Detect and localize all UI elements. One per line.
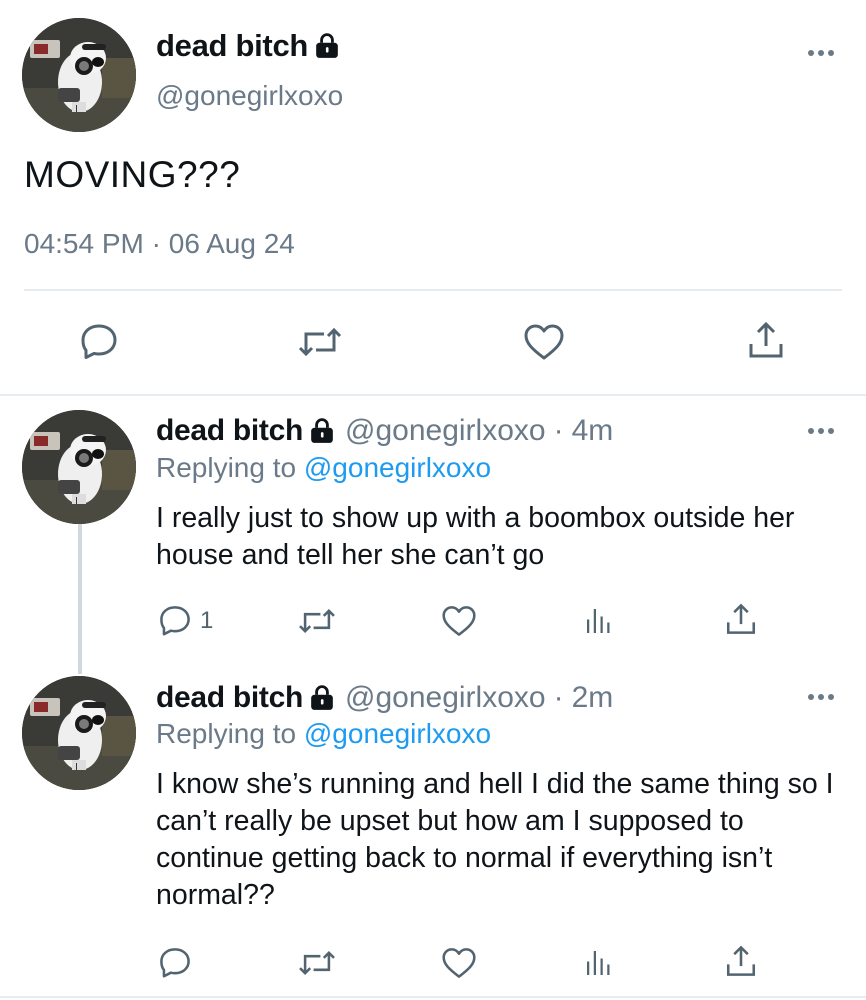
reply-button[interactable] [79,322,119,362]
avatar-image [22,18,136,132]
retweet-icon [298,322,342,362]
tweet-text: MOVING??? [24,154,241,195]
retweet-icon [298,946,336,980]
avatar-image [22,410,136,524]
divider [0,996,866,998]
separator: · [553,414,564,447]
lock-icon [309,417,335,445]
reply-age[interactable]: 4m [572,414,614,448]
reply-header: dead bitch @gonegirlxoxo · 4m [156,414,613,448]
more-icon[interactable] [806,48,836,58]
display-name[interactable]: dead bitch [156,414,303,448]
more-icon[interactable] [806,692,836,702]
more-icon[interactable] [806,426,836,436]
display-name[interactable]: dead bitch [156,681,303,715]
views-icon [584,946,614,980]
like-button[interactable] [522,322,566,362]
views-button[interactable] [584,946,614,980]
share-icon [724,602,758,636]
share-button[interactable] [724,944,758,978]
retweet-button[interactable] [298,604,336,638]
retweet-button[interactable] [298,946,336,980]
reply-age[interactable]: 2m [572,681,614,715]
reply-button[interactable]: 1 [158,604,213,638]
display-name[interactable]: dead bitch [156,28,340,64]
replying-prefix: Replying to [156,452,297,483]
reply-icon [158,946,192,980]
like-button[interactable] [440,604,478,638]
handle[interactable]: @gonegirlxoxo [345,681,546,715]
share-icon [746,320,786,360]
avatar-image [22,676,136,790]
retweet-icon [298,604,336,638]
heart-icon [440,946,478,980]
reply-icon [79,322,119,362]
heart-icon [440,604,478,638]
avatar[interactable] [22,410,136,524]
thread-line [78,524,82,674]
reply-header: dead bitch @gonegirlxoxo · 2m [156,681,613,715]
handle[interactable]: @gonegirlxoxo [345,414,546,448]
retweet-button[interactable] [298,322,342,362]
like-button[interactable] [440,946,478,980]
avatar[interactable] [22,676,136,790]
mention-link[interactable]: @gonegirlxoxo [304,452,491,483]
reply-count: 1 [200,607,214,634]
share-icon [724,944,758,978]
separator: · [553,681,564,714]
views-icon [584,604,614,638]
replying-to: Replying to @gonegirlxoxo [156,718,491,750]
share-button[interactable] [746,320,786,360]
share-button[interactable] [724,602,758,636]
replying-prefix: Replying to [156,718,297,749]
divider [0,394,866,396]
display-name-text: dead bitch [156,28,309,63]
handle[interactable]: @gonegirlxoxo [156,80,343,112]
lock-icon [314,32,340,60]
heart-icon [522,322,566,362]
separator: · [151,228,161,259]
views-button[interactable] [584,604,614,638]
tweet-date: 06 Aug 24 [168,228,295,259]
replying-to: Replying to @gonegirlxoxo [156,452,491,484]
tweet-text: I really just to show up with a boombox … [156,502,795,571]
avatar[interactable] [22,18,136,132]
mention-link[interactable]: @gonegirlxoxo [304,718,491,749]
tweet-text: I know she’s running and hell I did the … [156,768,834,911]
lock-icon [309,684,335,712]
divider [24,289,842,291]
timestamp[interactable]: 04:54 PM · 06 Aug 24 [24,228,295,260]
reply-button[interactable] [158,946,192,980]
reply-icon [158,604,192,638]
tweet-time: 04:54 PM [24,228,144,259]
